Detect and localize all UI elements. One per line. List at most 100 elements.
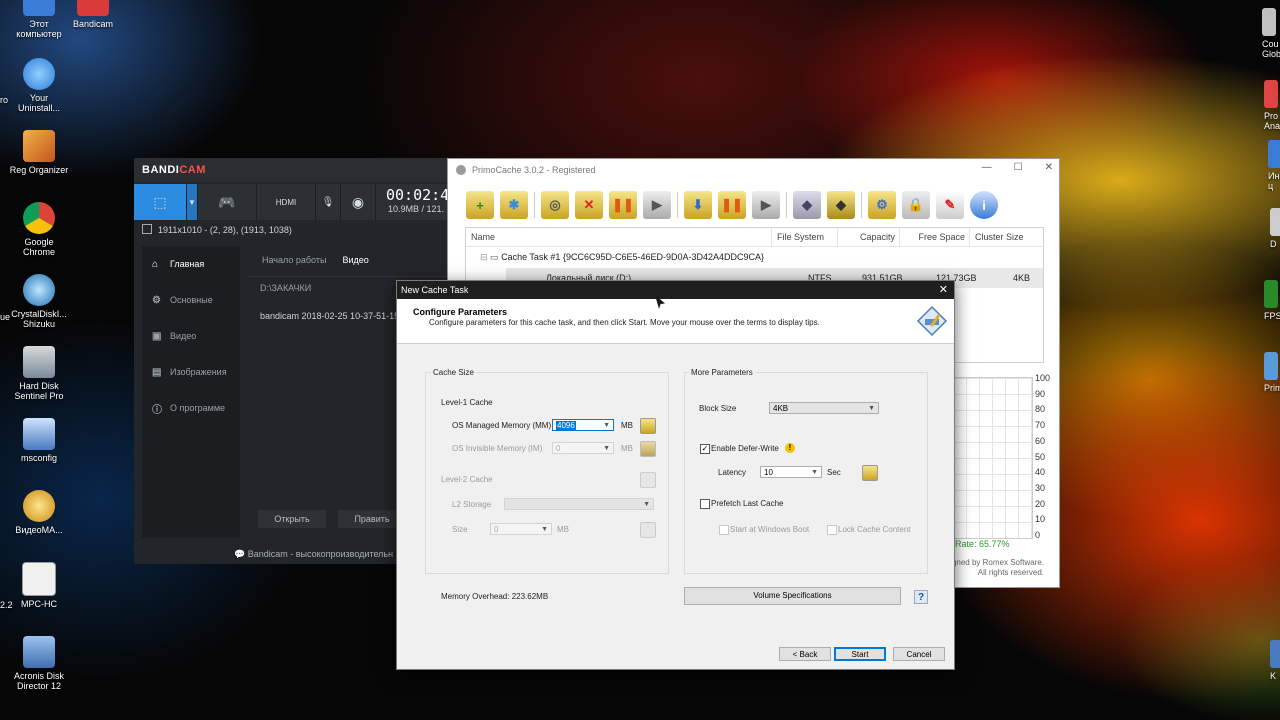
bandicam-sidebar: ⌂ Главная ⚙ Основные ▣ Видео ▤ Изображения ⓘ… — [142, 246, 240, 538]
cache-size-label: Cache Size — [431, 368, 476, 377]
hdmi-mode-button[interactable]: HDMI — [257, 184, 316, 220]
close-icon[interactable]: ✕ — [939, 283, 948, 296]
help-icon[interactable]: ? — [914, 590, 928, 604]
desktop-icon-right-7[interactable]: K — [1270, 640, 1280, 681]
desktop-icon-right-6[interactable]: Prim — [1264, 352, 1280, 393]
tab-video[interactable]: Видео — [342, 255, 368, 265]
os-mm-select[interactable]: 4096 ▼ — [552, 419, 614, 431]
latency-settings-icon[interactable] — [862, 465, 878, 481]
start-button[interactable]: Start — [834, 647, 886, 661]
window-controls: — ☐ ✕ — [982, 162, 1053, 173]
webcam-toggle[interactable]: ◉ — [341, 184, 376, 220]
defer-write-checkbox[interactable]: ✓ — [700, 444, 710, 454]
cancel-button[interactable]: Cancel — [893, 647, 945, 661]
os-im-label: OS Invisible Memory (IM) — [452, 444, 543, 453]
options-gear-icon[interactable]: ⚙ — [868, 191, 896, 219]
import-icon[interactable]: ◆ — [827, 191, 855, 219]
sidebar-item-general[interactable]: ⚙ Основные — [142, 282, 240, 318]
col-name[interactable]: Name — [466, 228, 772, 246]
register-icon[interactable]: ✎ — [936, 191, 964, 219]
game-mode-button[interactable]: 🎮 — [198, 184, 257, 220]
expand-icon[interactable]: ⊟ — [480, 252, 490, 262]
desktop-icon-acronis[interactable]: Acronis Disk Director 12 — [8, 636, 70, 691]
uninstaller-icon — [23, 58, 55, 90]
latency-select[interactable]: 10 ▼ — [760, 466, 822, 478]
mpc-hc-icon — [22, 562, 56, 596]
flush-icon[interactable]: ⬇ — [684, 191, 712, 219]
sidebar-item-home[interactable]: ⌂ Главная — [142, 246, 240, 282]
desktop-icon-bandicam[interactable]: Bandicam — [62, 0, 124, 29]
desktop-icon-right-5[interactable]: FPS — [1264, 280, 1280, 321]
desktop-icon-this-pc[interactable]: Этот компьютер — [8, 0, 70, 39]
screen-mode-button[interactable]: ⬚ — [134, 184, 187, 220]
settings-task-icon[interactable]: ✱ — [500, 191, 528, 219]
col-file-system[interactable]: File System — [772, 228, 838, 246]
desktop-icon-right-1[interactable]: Cou Glob — [1262, 8, 1280, 59]
hdsentinel-icon — [23, 346, 55, 378]
l2-settings-icon — [640, 472, 656, 488]
desktop-icon-right-4[interactable]: D — [1270, 208, 1280, 249]
l2-size-label: Size — [452, 525, 468, 534]
desktop-icon-msconfig[interactable]: msconfig — [8, 418, 70, 463]
export-icon[interactable]: ◆ — [793, 191, 821, 219]
configure-wizard-icon — [916, 305, 948, 337]
new-task-icon[interactable]: + — [466, 191, 494, 219]
left-edge-label: ue — [0, 312, 11, 322]
desktop-icon-hdsentinel[interactable]: Hard Disk Sentinel Pro — [8, 346, 70, 401]
mic-toggle[interactable]: 🎙 — [316, 184, 341, 220]
desktop-icon-video-master[interactable]: ВидеоМА... — [8, 490, 70, 535]
col-cluster-size[interactable]: Cluster Size — [970, 228, 1042, 246]
chevron-down-icon: ▼ — [811, 469, 818, 476]
app-icon — [1270, 640, 1280, 668]
resume-task-icon[interactable]: ▶ — [643, 191, 671, 219]
pause-all-icon[interactable]: ❚❚ — [718, 191, 746, 219]
warning-icon[interactable]: ! — [785, 443, 795, 453]
bandicam-tabs: Начало работы Видео — [248, 250, 447, 270]
l2-storage-select: ▼ — [504, 498, 654, 510]
back-button[interactable]: < Back — [779, 647, 831, 661]
desktop-icon-right-3[interactable]: Ин ц — [1268, 140, 1280, 191]
defer-write-label[interactable]: Enable Defer-Write — [711, 444, 779, 453]
desktop-icon-uninstaller[interactable]: Your Uninstall... — [8, 58, 70, 113]
task-row[interactable]: ⊟ ▭ Cache Task #1 {9CC6C95D-C6E5-46ED-9D… — [466, 247, 1043, 267]
open-button[interactable]: Открыть — [258, 510, 326, 528]
checkbox-icon[interactable] — [142, 224, 152, 234]
desktop-icon-reg-organizer[interactable]: Reg Organizer — [8, 130, 70, 175]
desktop-icon-mpc-hc[interactable]: MPC-HC — [8, 562, 70, 609]
os-mm-label[interactable]: OS Managed Memory (MM) — [452, 421, 551, 430]
desktop-icon-chrome[interactable]: Google Chrome — [8, 202, 70, 257]
mode-dropdown-button[interactable]: ▼ — [187, 184, 198, 220]
inspect-task-icon[interactable]: ◎ — [541, 191, 569, 219]
maximize-icon[interactable]: ☐ — [1014, 162, 1023, 173]
desktop-icon-right-2[interactable]: Pro Ana — [1264, 80, 1280, 131]
block-size-label[interactable]: Block Size — [699, 404, 736, 413]
desktop-icon-crystaldisk[interactable]: CrystalDiskI... Shizuku — [8, 274, 70, 329]
app-icon — [1264, 80, 1278, 108]
delete-task-icon[interactable]: ✕ — [575, 191, 603, 219]
sidebar-item-about[interactable]: ⓘ О программе — [142, 390, 240, 426]
file-actions: Открыть Править — [258, 510, 406, 528]
sidebar-item-images[interactable]: ▤ Изображения — [142, 354, 240, 390]
tab-getting-started[interactable]: Начало работы — [262, 255, 326, 265]
block-size-select[interactable]: 4KB ▼ — [769, 402, 879, 414]
col-capacity[interactable]: Capacity — [838, 228, 900, 246]
resume-all-icon[interactable]: ▶ — [752, 191, 780, 219]
about-info-icon[interactable]: i — [970, 191, 998, 219]
hit-rate-chart — [953, 377, 1033, 539]
prefetch-label[interactable]: Prefetch Last Cache — [711, 499, 783, 508]
lock-icon[interactable]: 🔒 — [902, 191, 930, 219]
memory-overhead: Memory Overhead: 223.62MB — [441, 592, 549, 601]
col-free-space[interactable]: Free Space — [900, 228, 970, 246]
acronis-icon — [23, 636, 55, 668]
volume-specifications-button[interactable]: Volume Specifications — [684, 587, 901, 605]
sidebar-item-video[interactable]: ▣ Видео — [142, 318, 240, 354]
pause-task-icon[interactable]: ❚❚ — [609, 191, 637, 219]
prefetch-checkbox[interactable] — [700, 499, 710, 509]
close-icon[interactable]: ✕ — [1045, 162, 1053, 173]
msconfig-icon — [23, 418, 55, 450]
os-im-select: 0 ▼ — [552, 442, 614, 454]
l2-size-icon — [640, 522, 656, 538]
minimize-icon[interactable]: — — [982, 162, 992, 173]
mm-calculator-icon[interactable] — [640, 418, 656, 434]
left-edge-label: ro — [0, 95, 9, 105]
